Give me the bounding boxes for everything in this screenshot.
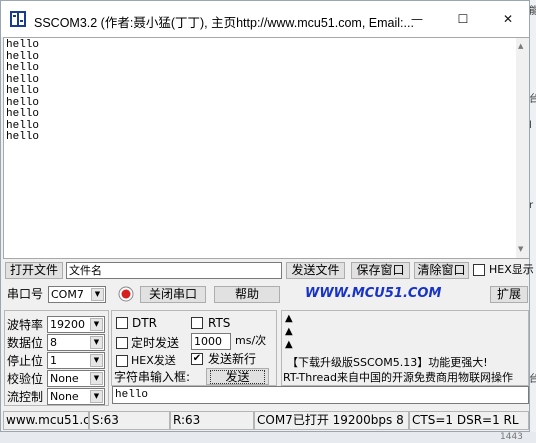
baud-value: 19200 (50, 318, 85, 331)
triangle-up-icon[interactable]: ▲ (285, 313, 293, 325)
status-site: www.mcu51.cor (3, 411, 89, 430)
receive-scrollbar[interactable]: ▲ ▼ (516, 38, 529, 258)
sscom-window: SSCOM3.2 (作者:聂小猛(丁丁), 主页http://www.mcu51… (0, 0, 534, 432)
minimize-icon: — (411, 12, 423, 26)
open-file-button[interactable]: 打开文件 (5, 262, 63, 279)
scroll-up-icon[interactable]: ▲ (518, 42, 523, 50)
status-bar: www.mcu51.cor S:63 R:63 COM7已打开 19200bps… (1, 409, 529, 431)
hex-send-label: HEX发送 (131, 354, 176, 367)
close-port-button[interactable]: 关闭串口 (140, 286, 206, 303)
expand-button[interactable]: 扩展 (490, 286, 528, 303)
databits-select[interactable]: 8 ▼ (47, 334, 105, 351)
interval-unit: ms/次 (235, 334, 267, 347)
chevron-down-icon[interactable]: ▼ (91, 288, 104, 301)
stopbits-label: 停止位 (7, 354, 44, 368)
background-text: 台 (529, 374, 536, 385)
receive-area[interactable]: hello hello hello hello hello hello hell… (3, 37, 529, 259)
help-button[interactable]: 帮助 (214, 286, 280, 303)
databits-value: 8 (50, 336, 57, 349)
port-status-lamp-icon (118, 286, 134, 302)
checkmark-icon: ✔ (192, 353, 202, 364)
triangle-up-icon[interactable]: ▲ (285, 339, 293, 351)
send-newline-checkbox[interactable]: ✔ (191, 353, 203, 365)
port-select[interactable]: COM7 ▼ (48, 286, 106, 303)
background-text: 台 (529, 94, 536, 105)
hex-display-label: HEX显示 (489, 263, 534, 276)
triangle-up-icon[interactable]: ▲ (285, 326, 293, 338)
send-text-input[interactable]: hello (112, 386, 529, 404)
save-window-button[interactable]: 保存窗口 (351, 262, 410, 279)
chevron-down-icon[interactable]: ▼ (90, 372, 103, 385)
chevron-down-icon[interactable]: ▼ (90, 318, 103, 331)
dtr-label: DTR (132, 316, 157, 330)
send-button-label: 发送 (210, 370, 265, 384)
background-text: 能 (529, 6, 536, 17)
baud-select[interactable]: 19200 ▼ (47, 316, 105, 333)
flow-label: 流控制 (7, 390, 44, 404)
stopbits-select[interactable]: 1 ▼ (47, 352, 105, 369)
ad-panel: ▲ ▲ ▲ 【下载升级版SSCOM5.13】功能更强大! RT-Thread来自… (281, 310, 529, 386)
rts-label: RTS (208, 316, 231, 330)
parity-select[interactable]: None ▼ (47, 370, 105, 387)
clear-window-button[interactable]: 清除窗口 (414, 262, 469, 279)
ad-link-download[interactable]: 【下载升级版SSCOM5.13】功能更强大! (287, 354, 488, 370)
baud-label: 波特率 (7, 318, 44, 332)
file-name-input[interactable]: 文件名 (66, 262, 282, 279)
port-select-value: COM7 (51, 288, 84, 301)
timed-send-checkbox[interactable] (116, 337, 128, 349)
window-title: SSCOM3.2 (作者:聂小猛(丁丁), 主页http://www.mcu51… (34, 16, 414, 30)
flow-select[interactable]: None ▼ (47, 388, 105, 405)
chevron-down-icon[interactable]: ▼ (90, 354, 103, 367)
string-input-label: 字符串输入框: (114, 370, 191, 384)
title-bar[interactable]: SSCOM3.2 (作者:聂小猛(丁丁), 主页http://www.mcu51… (1, 1, 529, 37)
close-button[interactable]: ✕ (486, 1, 530, 37)
chevron-down-icon[interactable]: ▼ (90, 336, 103, 349)
background-page-bottom: 1443 (0, 432, 536, 443)
flow-value: None (50, 390, 79, 403)
parity-value: None (50, 372, 79, 385)
send-button[interactable]: 发送 (206, 368, 269, 385)
ad-link-rtthread[interactable]: RT-Thread来自中国的开源免费商用物联网操作 (283, 369, 528, 385)
send-file-button[interactable]: 发送文件 (286, 262, 345, 279)
parity-label: 校验位 (7, 372, 44, 386)
background-bottom-text: 1443 (500, 432, 523, 442)
hex-send-checkbox[interactable] (116, 355, 128, 367)
scroll-down-icon[interactable]: ▼ (518, 245, 523, 253)
minimize-button[interactable]: — (395, 1, 439, 37)
app-icon (10, 11, 26, 27)
status-sent-count: S:63 (89, 411, 170, 430)
stopbits-value: 1 (50, 354, 57, 367)
hex-display-checkbox[interactable] (473, 264, 485, 276)
background-text: r (529, 200, 534, 211)
interval-input[interactable]: 1000 (191, 333, 231, 350)
status-line-state: CTS=1 DSR=1 RL (409, 411, 529, 430)
status-received-count: R:63 (170, 411, 254, 430)
port-label: 串口号 (7, 287, 44, 301)
dtr-checkbox[interactable] (116, 317, 128, 329)
databits-label: 数据位 (7, 336, 44, 350)
rts-checkbox[interactable] (191, 317, 203, 329)
maximize-button[interactable]: ☐ (441, 1, 485, 37)
chevron-down-icon[interactable]: ▼ (90, 390, 103, 403)
website-banner: WWW.MCU51.COM (305, 286, 442, 301)
send-newline-label: 发送新行 (208, 352, 257, 366)
status-port-state: COM7已打开 19200bps 8 (254, 411, 409, 430)
close-icon: ✕ (502, 12, 514, 26)
maximize-icon: ☐ (457, 12, 469, 26)
background-text: l (529, 120, 532, 131)
timed-send-label: 定时发送 (131, 336, 180, 350)
receive-text[interactable]: hello hello hello hello hello hello hell… (6, 39, 516, 144)
